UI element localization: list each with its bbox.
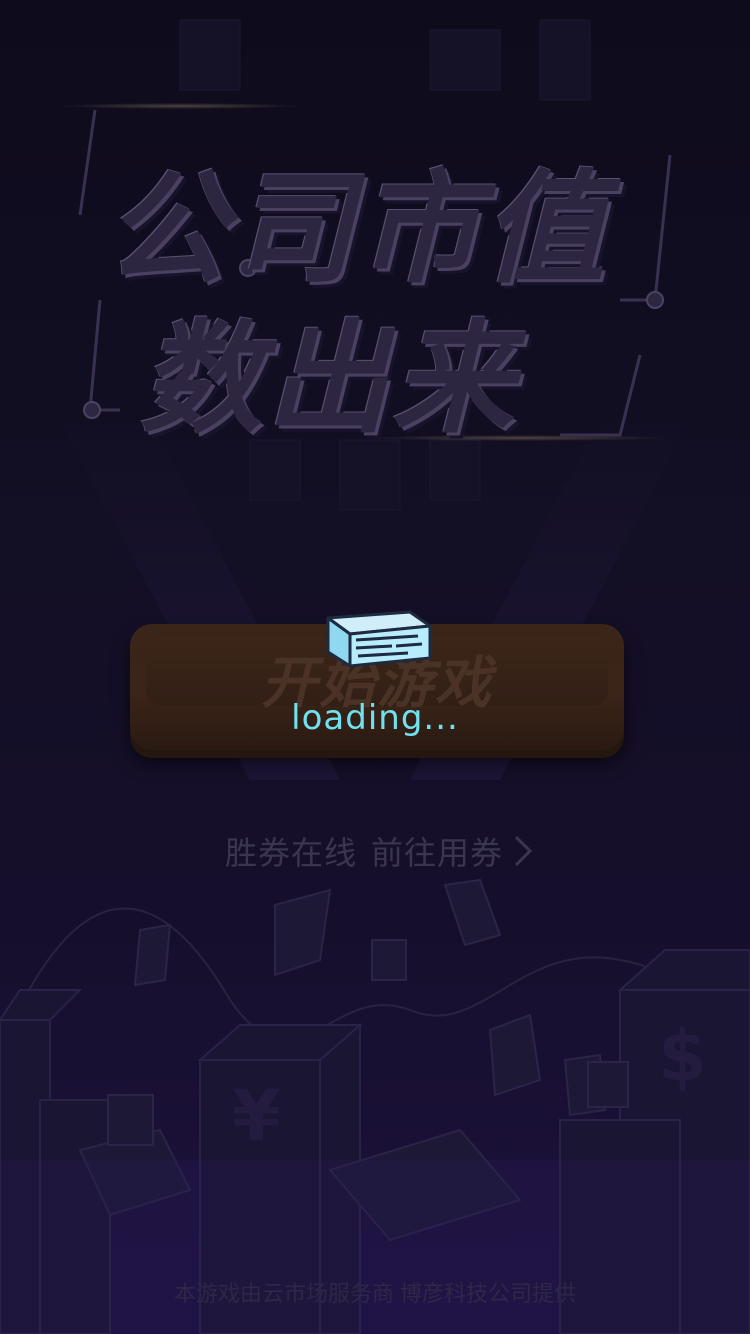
chevron-right-icon [514, 835, 533, 867]
loading-text: loading... [291, 698, 459, 738]
svg-text:¥: ¥ [232, 1075, 281, 1157]
cash-box-icon [326, 610, 432, 668]
game-title: 公司市值 数出来 [70, 95, 690, 455]
footer-provider-text: 本游戏由云市场服务商 博彦科技公司提供 [173, 1281, 577, 1306]
use-coupon-link[interactable]: 胜券在线 前往用券 [225, 826, 533, 876]
game-loading-screen: ¥ $ 公司市值 数出来 开始游戏 loading... 胜券在线 前往用券 本… [0, 0, 750, 1334]
svg-text:$: $ [658, 1015, 707, 1097]
coupon-text-2: 前往用券 [371, 835, 504, 871]
coupon-text-1: 胜券在线 [225, 835, 358, 871]
title-line-2: 数出来 [140, 308, 518, 450]
